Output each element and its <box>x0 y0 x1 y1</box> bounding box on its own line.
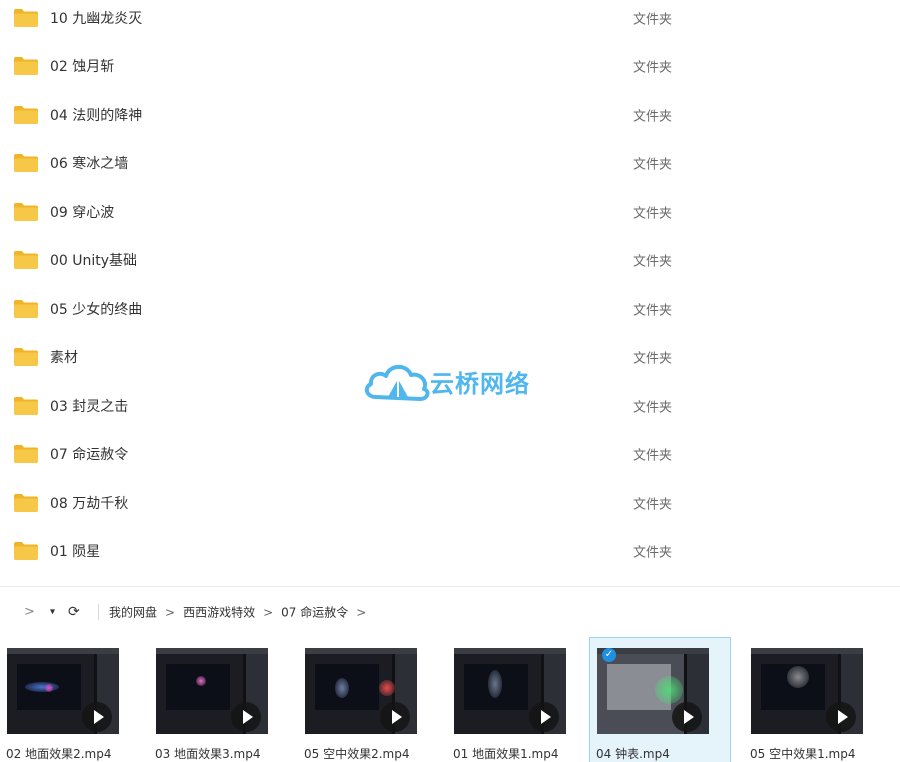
folder-icon <box>14 542 38 560</box>
file-name: 素材 <box>50 350 78 366</box>
folder-icon <box>14 494 38 512</box>
effect-preview <box>25 682 59 692</box>
file-type: 文件夹 <box>633 545 673 561</box>
forward-button[interactable]: > <box>24 605 35 620</box>
file-type: 文件夹 <box>633 157 673 173</box>
file-name: 08 万劫千秋 <box>50 496 129 512</box>
breadcrumb-item-parent[interactable]: 西西游戏特效 <box>183 604 255 621</box>
video-thumbnail[interactable]: 01 地面效果1.mp4 <box>447 638 587 762</box>
thumbnail-label: 03 地面效果3.mp4 <box>155 747 261 761</box>
play-icon[interactable] <box>380 702 410 732</box>
file-name: 03 封灵之击 <box>50 399 129 415</box>
folder-icon <box>14 154 38 172</box>
play-icon[interactable] <box>529 702 559 732</box>
video-thumbnail[interactable]: 05 空中效果1.mp4 <box>744 638 884 762</box>
file-name: 06 寒冰之墙 <box>50 156 129 172</box>
effect-preview <box>787 666 809 688</box>
file-type: 文件夹 <box>633 60 673 76</box>
folder-icon <box>14 251 38 269</box>
folder-icon <box>14 106 38 124</box>
effect-preview <box>655 676 683 704</box>
effect-preview <box>45 684 53 692</box>
play-icon[interactable] <box>826 702 856 732</box>
folder-icon <box>14 9 38 27</box>
video-thumbnail[interactable]: 03 地面效果3.mp4 <box>149 638 289 762</box>
list-item[interactable]: 04 法则的降神 文件夹 <box>0 91 900 139</box>
breadcrumb-separator: > <box>165 605 176 619</box>
file-type: 文件夹 <box>633 254 673 270</box>
watermark-text: 云桥网络 <box>430 369 530 398</box>
thumbnail-label: 05 空中效果1.mp4 <box>750 747 856 761</box>
breadcrumb-expand-icon[interactable]: > <box>356 605 366 619</box>
file-name: 09 穿心波 <box>50 205 115 221</box>
file-name: 07 命运赦令 <box>50 447 129 463</box>
list-item[interactable]: 00 Unity基础 文件夹 <box>0 236 900 284</box>
breadcrumb: 我的网盘 > 西西游戏特效 > 07 命运赦令 > <box>109 604 374 621</box>
thumbnail-label: 01 地面效果1.mp4 <box>453 747 559 761</box>
folder-icon <box>14 445 38 463</box>
video-thumbnail[interactable]: 02 地面效果2.mp4 <box>0 638 140 762</box>
watermark: 云桥网络 <box>362 357 552 405</box>
folder-icon <box>14 300 38 318</box>
thumbnail-label: 02 地面效果2.mp4 <box>6 747 112 761</box>
file-name: 05 少女的终曲 <box>50 302 143 318</box>
divider <box>0 586 900 587</box>
video-thumbnail[interactable]: 05 空中效果2.mp4 <box>298 638 438 762</box>
cloud-logo-icon <box>364 364 430 401</box>
list-item[interactable]: 06 寒冰之墙 文件夹 <box>0 139 900 187</box>
folder-icon <box>14 57 38 75</box>
file-type: 文件夹 <box>633 448 673 464</box>
thumbnail-strip: 02 地面效果2.mp4 03 地面效果3.mp4 05 空中效果2.mp4 01 地… <box>0 637 900 762</box>
play-icon[interactable] <box>82 702 112 732</box>
history-dropdown-icon[interactable]: ▾ <box>50 607 55 618</box>
file-name: 00 Unity基础 <box>50 253 138 269</box>
thumbnail-label: 04 钟表.mp4 <box>596 747 670 761</box>
breadcrumb-item-current[interactable]: 07 命运赦令 <box>281 604 348 621</box>
video-thumbnail[interactable]: ✓ 04 钟表.mp4 <box>589 637 731 762</box>
editor-viewport <box>166 664 230 710</box>
file-type: 文件夹 <box>633 303 673 319</box>
list-item[interactable]: 05 少女的终曲 文件夹 <box>0 285 900 333</box>
list-item[interactable]: 07 命运赦令 文件夹 <box>0 430 900 478</box>
refresh-icon[interactable]: ⟳ <box>68 604 80 620</box>
file-name: 01 陨星 <box>50 544 101 560</box>
effect-preview <box>488 670 502 698</box>
nav-bar: > ▾ ⟳ 我的网盘 > 西西游戏特效 > 07 命运赦令 > <box>0 598 900 626</box>
breadcrumb-separator: > <box>263 605 274 619</box>
file-name: 10 九幽龙炎灭 <box>50 11 143 27</box>
play-icon[interactable] <box>231 702 261 732</box>
file-type: 文件夹 <box>633 206 673 222</box>
list-item[interactable]: 02 蚀月斩 文件夹 <box>0 42 900 90</box>
check-icon[interactable]: ✓ <box>602 648 616 662</box>
file-list: 10 九幽龙炎灭 文件夹 02 蚀月斩 文件夹 04 法则的降神 文件夹 06 寒冰之墙 文件… <box>0 0 900 576</box>
list-item[interactable]: 01 陨星 文件夹 <box>0 527 900 575</box>
folder-icon <box>14 203 38 221</box>
effect-preview <box>379 680 395 696</box>
list-item[interactable]: 10 九幽龙炎灭 文件夹 <box>0 0 900 42</box>
breadcrumb-item-root[interactable]: 我的网盘 <box>109 604 157 621</box>
file-type: 文件夹 <box>633 351 673 367</box>
file-type: 文件夹 <box>633 400 673 416</box>
list-item[interactable]: 09 穿心波 文件夹 <box>0 188 900 236</box>
play-icon[interactable] <box>672 702 702 732</box>
effect-preview <box>196 676 206 686</box>
list-item[interactable]: 08 万劫千秋 文件夹 <box>0 479 900 527</box>
file-type: 文件夹 <box>633 109 673 125</box>
effect-preview <box>335 678 349 698</box>
file-type: 文件夹 <box>633 12 673 28</box>
file-type: 文件夹 <box>633 497 673 513</box>
thumbnail-label: 05 空中效果2.mp4 <box>304 747 410 761</box>
folder-icon <box>14 397 38 415</box>
file-name: 02 蚀月斩 <box>50 59 115 75</box>
nav-separator <box>98 604 99 620</box>
file-name: 04 法则的降神 <box>50 108 143 124</box>
folder-icon <box>14 348 38 366</box>
